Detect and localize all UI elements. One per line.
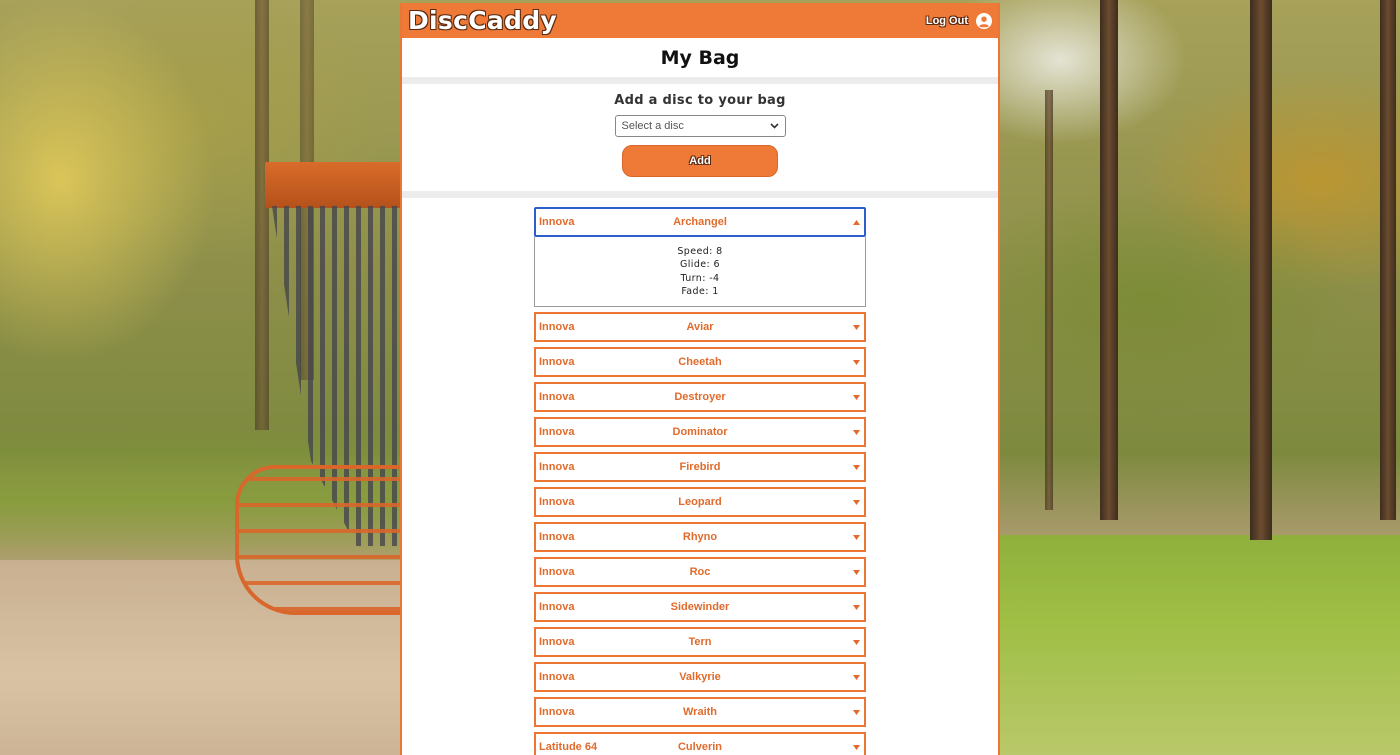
disc-brand: Innova bbox=[539, 461, 575, 473]
background-tree bbox=[1250, 0, 1272, 540]
disc-item-header[interactable]: Innova Firebird bbox=[534, 452, 866, 482]
disc-speed: Speed: 8 bbox=[677, 245, 723, 257]
disc-brand: Innova bbox=[539, 216, 575, 228]
caret-down-icon bbox=[853, 709, 860, 715]
disc-brand: Innova bbox=[539, 531, 575, 543]
caret-down-icon bbox=[853, 429, 860, 435]
disc-brand: Innova bbox=[539, 426, 575, 438]
disc-item-header[interactable]: Innova Destroyer bbox=[534, 382, 866, 412]
disc-item-open: Innova Archangel Speed: 8 Glide: 6 Turn:… bbox=[534, 207, 866, 307]
disc-item-header[interactable]: Innova Wraith bbox=[534, 697, 866, 727]
background-tree bbox=[1100, 0, 1118, 520]
caret-down-icon bbox=[853, 674, 860, 680]
disc-item: Innova Sidewinder bbox=[534, 592, 866, 622]
disc-item: Innova Firebird bbox=[534, 452, 866, 482]
user-circle-icon[interactable] bbox=[976, 12, 992, 29]
disc-item-header[interactable]: Innova Roc bbox=[534, 557, 866, 587]
disc-item-header[interactable]: Innova Tern bbox=[534, 627, 866, 657]
app-logo[interactable]: DiscCaddy bbox=[408, 6, 557, 35]
caret-down-icon bbox=[853, 569, 860, 575]
disc-golf-basket-band bbox=[265, 162, 405, 208]
app-panel: DiscCaddy Log Out My Bag Add a disc to y… bbox=[400, 3, 1000, 755]
logout-control[interactable]: Log Out bbox=[926, 12, 992, 29]
disc-item-header[interactable]: Innova Dominator bbox=[534, 417, 866, 447]
background-tree bbox=[1380, 0, 1396, 520]
logout-link[interactable]: Log Out bbox=[926, 15, 968, 27]
caret-down-icon bbox=[853, 639, 860, 645]
caret-down-icon bbox=[853, 499, 860, 505]
section-divider bbox=[402, 191, 998, 198]
caret-up-icon bbox=[853, 219, 860, 225]
disc-golf-basket-cage bbox=[235, 465, 405, 615]
caret-down-icon bbox=[853, 464, 860, 470]
disc-list: Innova Archangel Speed: 8 Glide: 6 Turn:… bbox=[402, 207, 998, 755]
disc-flight-numbers: Speed: 8 Glide: 6 Turn: -4 Fade: 1 bbox=[534, 237, 866, 307]
disc-item: Innova Valkyrie bbox=[534, 662, 866, 692]
disc-item-header[interactable]: Innova Aviar bbox=[534, 312, 866, 342]
disc-item: Latitude 64 Culverin bbox=[534, 732, 866, 755]
disc-brand: Innova bbox=[539, 496, 575, 508]
disc-item: Innova Leopard bbox=[534, 487, 866, 517]
disc-rows: Innova Aviar Innova Cheetah Innova Destroyer I… bbox=[534, 312, 866, 755]
disc-item: Innova Aviar bbox=[534, 312, 866, 342]
disc-brand: Innova bbox=[539, 671, 575, 683]
disc-item-header[interactable]: Innova Archangel bbox=[534, 207, 866, 237]
disc-item: Innova Dominator bbox=[534, 417, 866, 447]
chevron-down-icon bbox=[769, 123, 779, 129]
disc-item-header[interactable]: Innova Cheetah bbox=[534, 347, 866, 377]
disc-fade: Fade: 1 bbox=[681, 286, 719, 297]
navbar: DiscCaddy Log Out bbox=[402, 3, 998, 38]
disc-item-header[interactable]: Latitude 64 Culverin bbox=[534, 732, 866, 755]
disc-item: Innova Cheetah bbox=[534, 347, 866, 377]
disc-brand: Innova bbox=[539, 601, 575, 613]
disc-glide: Glide: 6 bbox=[680, 259, 720, 270]
disc-brand: Innova bbox=[539, 391, 575, 403]
caret-down-icon bbox=[853, 534, 860, 540]
disc-item: Innova Destroyer bbox=[534, 382, 866, 412]
page-title: My Bag bbox=[660, 46, 740, 69]
caret-down-icon bbox=[853, 359, 860, 365]
caret-down-icon bbox=[853, 324, 860, 330]
disc-select[interactable]: Select a disc bbox=[614, 115, 786, 137]
disc-select-value: Select a disc bbox=[621, 120, 684, 132]
background-tree bbox=[255, 0, 269, 430]
add-disc-section: Add a disc to your bag Select a disc Add bbox=[402, 84, 998, 191]
disc-item: Innova Rhyno bbox=[534, 522, 866, 552]
background-grass-right bbox=[1000, 535, 1400, 755]
section-divider bbox=[402, 77, 998, 84]
disc-item-header[interactable]: Innova Rhyno bbox=[534, 522, 866, 552]
caret-down-icon bbox=[853, 744, 860, 750]
disc-item-header[interactable]: Innova Valkyrie bbox=[534, 662, 866, 692]
caret-down-icon bbox=[853, 604, 860, 610]
disc-item: Innova Tern bbox=[534, 627, 866, 657]
add-disc-button[interactable]: Add bbox=[622, 145, 778, 177]
disc-brand: Innova bbox=[539, 566, 575, 578]
disc-brand: Innova bbox=[539, 356, 575, 368]
disc-item-header[interactable]: Innova Sidewinder bbox=[534, 592, 866, 622]
disc-item: Innova Roc bbox=[534, 557, 866, 587]
disc-brand: Innova bbox=[539, 321, 575, 333]
add-disc-heading: Add a disc to your bag bbox=[614, 93, 786, 108]
disc-turn: Turn: -4 bbox=[680, 272, 720, 284]
disc-item-header[interactable]: Innova Leopard bbox=[534, 487, 866, 517]
disc-brand: Innova bbox=[539, 706, 575, 718]
disc-brand: Innova bbox=[539, 636, 575, 648]
disc-brand: Latitude 64 bbox=[539, 741, 598, 753]
caret-down-icon bbox=[853, 394, 860, 400]
background-tree bbox=[1045, 90, 1053, 510]
disc-item: Innova Wraith bbox=[534, 697, 866, 727]
